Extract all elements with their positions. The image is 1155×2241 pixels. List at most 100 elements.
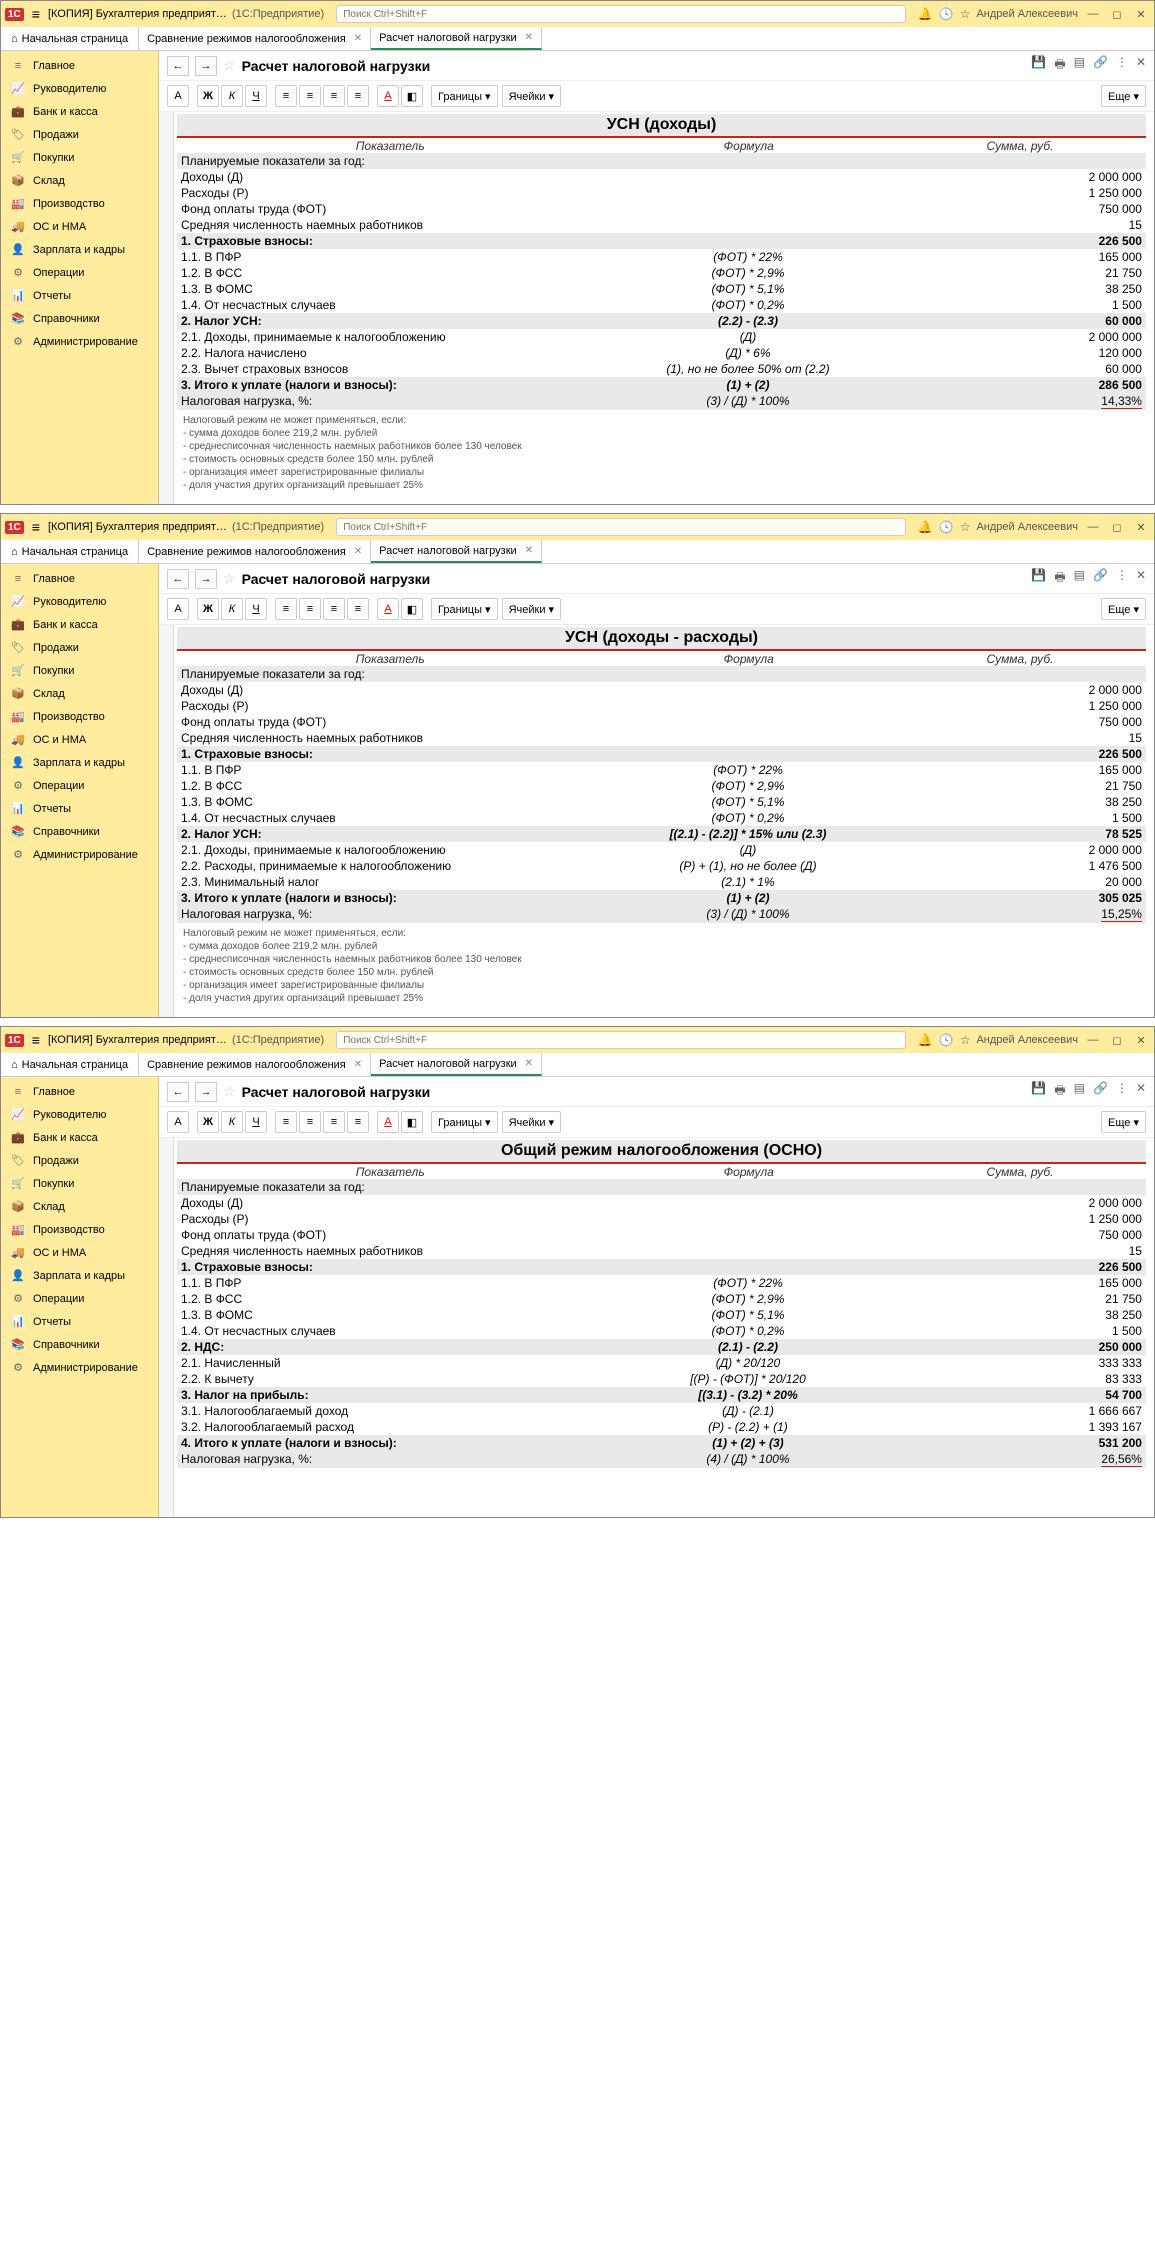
print-icon[interactable]: 🖶 bbox=[1054, 1081, 1065, 1102]
search-input[interactable] bbox=[336, 5, 906, 23]
sidebar-item[interactable]: ⚙Администрирование bbox=[1, 843, 158, 866]
tab-compare[interactable]: Сравнение режимов налогообложения✕ bbox=[139, 540, 371, 563]
forward-button[interactable]: → bbox=[195, 1082, 217, 1102]
sidebar-item[interactable]: 📊Отчеты bbox=[1, 1310, 158, 1333]
save-icon[interactable]: 💾 bbox=[1031, 1081, 1046, 1102]
back-button[interactable]: ← bbox=[167, 1082, 189, 1102]
user-name[interactable]: Андрей Алексеевич bbox=[976, 1034, 1078, 1046]
export-icon[interactable]: ▤ bbox=[1074, 55, 1085, 76]
home-tab[interactable]: ⌂Начальная страница bbox=[1, 27, 139, 50]
menu-icon[interactable]: ≡ bbox=[28, 6, 44, 22]
minimize-button[interactable]: — bbox=[1084, 5, 1102, 23]
close-icon[interactable]: ✕ bbox=[354, 546, 362, 557]
close-page-icon[interactable]: ✕ bbox=[1136, 55, 1146, 76]
sidebar-item[interactable]: 💼Банк и касса bbox=[1, 100, 158, 123]
sidebar-item[interactable]: 🚚ОС и НМА bbox=[1, 728, 158, 751]
export-icon[interactable]: ▤ bbox=[1074, 568, 1085, 589]
color-button[interactable]: A bbox=[377, 85, 399, 107]
sidebar-item[interactable]: ⚙Операции bbox=[1, 774, 158, 797]
user-name[interactable]: Андрей Алексеевич bbox=[976, 521, 1078, 533]
star-icon[interactable]: ☆ bbox=[960, 520, 971, 534]
sidebar-item[interactable]: 🏭Производство bbox=[1, 1218, 158, 1241]
sidebar-item[interactable]: 📈Руководителю bbox=[1, 590, 158, 613]
close-icon[interactable]: ✕ bbox=[354, 1059, 362, 1070]
sidebar-item[interactable]: 📚Справочники bbox=[1, 307, 158, 330]
maximize-button[interactable]: ◻ bbox=[1108, 1031, 1126, 1049]
font-button[interactable]: А bbox=[167, 1111, 189, 1133]
home-tab[interactable]: ⌂Начальная страница bbox=[1, 1053, 139, 1076]
italic-button[interactable]: К bbox=[221, 1111, 243, 1133]
save-icon[interactable]: 💾 bbox=[1031, 55, 1046, 76]
italic-button[interactable]: К bbox=[221, 85, 243, 107]
spreadsheet[interactable]: УСН (доходы - расходы) ПоказательФормула… bbox=[159, 625, 1154, 1017]
tab-compare[interactable]: Сравнение режимов налогообложения✕ bbox=[139, 27, 371, 50]
search-input[interactable] bbox=[336, 1031, 906, 1049]
sidebar-item[interactable]: 🏷Продажи bbox=[1, 1149, 158, 1172]
more-icon[interactable]: ⋮ bbox=[1116, 55, 1128, 76]
sidebar-item[interactable]: 👤Зарплата и кадры bbox=[1, 751, 158, 774]
sidebar-item[interactable]: ⚙Администрирование bbox=[1, 330, 158, 353]
align-center-button[interactable]: ≡ bbox=[299, 85, 321, 107]
print-icon[interactable]: 🖶 bbox=[1054, 568, 1065, 589]
bell-icon[interactable]: 🔔 bbox=[918, 7, 933, 21]
close-button[interactable]: ✕ bbox=[1132, 518, 1150, 536]
menu-icon[interactable]: ≡ bbox=[28, 1032, 44, 1048]
align-left-button[interactable]: ≡ bbox=[275, 598, 297, 620]
align-center-button[interactable]: ≡ bbox=[299, 1111, 321, 1133]
align-right-button[interactable]: ≡ bbox=[323, 598, 345, 620]
sidebar-item[interactable]: 👤Зарплата и кадры bbox=[1, 238, 158, 261]
sidebar-item[interactable]: 🏷Продажи bbox=[1, 123, 158, 146]
more-icon[interactable]: ⋮ bbox=[1116, 568, 1128, 589]
bell-icon[interactable]: 🔔 bbox=[918, 520, 933, 534]
underline-button[interactable]: Ч bbox=[245, 1111, 267, 1133]
sidebar-item[interactable]: 📊Отчеты bbox=[1, 797, 158, 820]
favorite-icon[interactable]: ☆ bbox=[223, 57, 236, 74]
sidebar-item[interactable]: 📚Справочники bbox=[1, 820, 158, 843]
sidebar-item[interactable]: 🚚ОС и НМА bbox=[1, 215, 158, 238]
align-justify-button[interactable]: ≡ bbox=[347, 1111, 369, 1133]
align-center-button[interactable]: ≡ bbox=[299, 598, 321, 620]
star-icon[interactable]: ☆ bbox=[960, 7, 971, 21]
link-icon[interactable]: 🔗 bbox=[1093, 1081, 1108, 1102]
sidebar-item[interactable]: 📦Склад bbox=[1, 169, 158, 192]
sidebar-item[interactable]: 🏭Производство bbox=[1, 192, 158, 215]
more-button[interactable]: Еще ▾ bbox=[1101, 85, 1146, 107]
sidebar-item[interactable]: 💼Банк и касса bbox=[1, 1126, 158, 1149]
font-button[interactable]: А bbox=[167, 598, 189, 620]
more-icon[interactable]: ⋮ bbox=[1116, 1081, 1128, 1102]
forward-button[interactable]: → bbox=[195, 569, 217, 589]
bgcolor-button[interactable]: ◧ bbox=[401, 85, 423, 107]
sidebar-item[interactable]: 📦Склад bbox=[1, 1195, 158, 1218]
bold-button[interactable]: Ж bbox=[197, 1111, 219, 1133]
bgcolor-button[interactable]: ◧ bbox=[401, 598, 423, 620]
color-button[interactable]: A bbox=[377, 1111, 399, 1133]
sidebar-item[interactable]: ≡Главное bbox=[1, 55, 158, 77]
sidebar-item[interactable]: 📈Руководителю bbox=[1, 77, 158, 100]
sidebar-item[interactable]: ≡Главное bbox=[1, 568, 158, 590]
sidebar-item[interactable]: 🚚ОС и НМА bbox=[1, 1241, 158, 1264]
sidebar-item[interactable]: 🛒Покупки bbox=[1, 146, 158, 169]
sidebar-item[interactable]: 🛒Покупки bbox=[1, 659, 158, 682]
align-left-button[interactable]: ≡ bbox=[275, 85, 297, 107]
underline-button[interactable]: Ч bbox=[245, 598, 267, 620]
align-right-button[interactable]: ≡ bbox=[323, 1111, 345, 1133]
link-icon[interactable]: 🔗 bbox=[1093, 55, 1108, 76]
search-input[interactable] bbox=[336, 518, 906, 536]
sidebar-item[interactable]: 📦Склад bbox=[1, 682, 158, 705]
maximize-button[interactable]: ◻ bbox=[1108, 518, 1126, 536]
maximize-button[interactable]: ◻ bbox=[1108, 5, 1126, 23]
italic-button[interactable]: К bbox=[221, 598, 243, 620]
bold-button[interactable]: Ж bbox=[197, 85, 219, 107]
close-icon[interactable]: ✕ bbox=[354, 33, 362, 44]
tab-calc[interactable]: Расчет налоговой нагрузки✕ bbox=[371, 1053, 542, 1076]
borders-select[interactable]: Границы ▾ bbox=[431, 1111, 498, 1133]
export-icon[interactable]: ▤ bbox=[1074, 1081, 1085, 1102]
tab-compare[interactable]: Сравнение режимов налогообложения✕ bbox=[139, 1053, 371, 1076]
print-icon[interactable]: 🖶 bbox=[1054, 55, 1065, 76]
link-icon[interactable]: 🔗 bbox=[1093, 568, 1108, 589]
cells-select[interactable]: Ячейки ▾ bbox=[502, 85, 561, 107]
more-button[interactable]: Еще ▾ bbox=[1101, 1111, 1146, 1133]
minimize-button[interactable]: — bbox=[1084, 1031, 1102, 1049]
favorite-icon[interactable]: ☆ bbox=[223, 570, 236, 587]
history-icon[interactable]: 🕓 bbox=[939, 520, 954, 534]
